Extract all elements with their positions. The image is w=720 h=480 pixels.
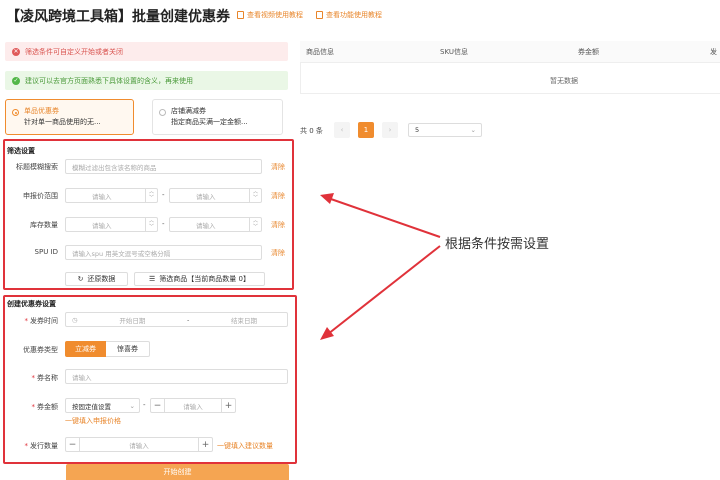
arrowhead-filter-icon (320, 193, 334, 204)
arrow-to-filter (327, 197, 441, 238)
arrowhead-create-icon (320, 327, 334, 340)
annotation-text: 根据条件按需设置 (445, 237, 550, 252)
annotation-arrows (320, 193, 441, 340)
arrow-to-create (327, 245, 441, 335)
